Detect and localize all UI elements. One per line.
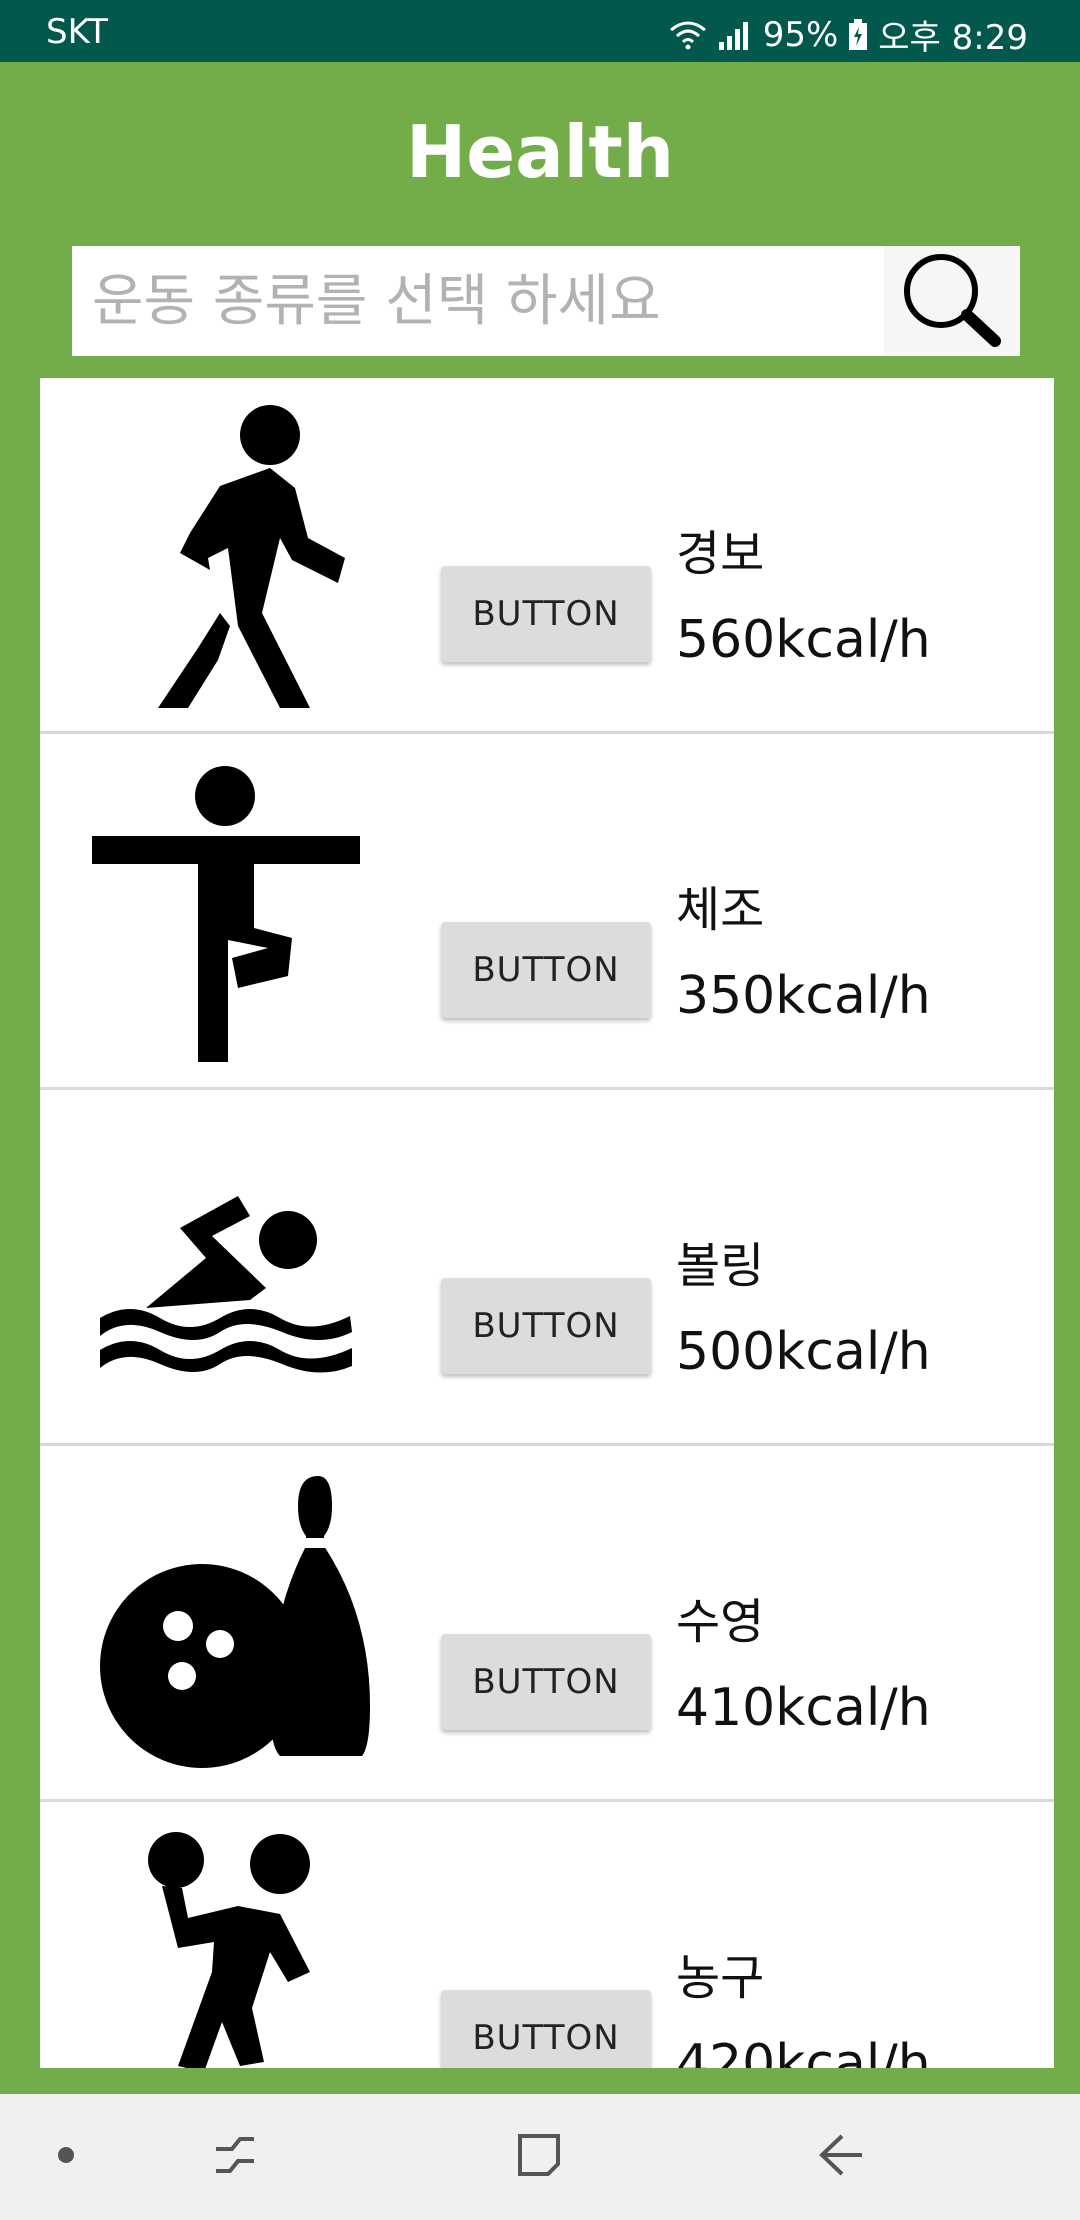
bowling-icon: [70, 1466, 390, 1776]
home-icon: [514, 2130, 564, 2184]
search-input[interactable]: [72, 246, 872, 356]
wifi-icon: [669, 20, 707, 50]
walk-icon: [70, 398, 390, 708]
back-icon: [816, 2130, 866, 2184]
swim-icon: [70, 1110, 390, 1420]
battery-icon: [848, 18, 868, 51]
exercise-kcal: 420kcal/h: [676, 2034, 931, 2068]
exercise-name: 볼링: [676, 1238, 765, 1294]
list-item: BUTTON 경보 560kcal/h: [40, 378, 1054, 734]
list-item: BUTTON 농구 420kcal/h: [40, 1802, 1054, 2068]
clock: 오후 8:29: [878, 18, 1028, 58]
app-title: Health: [405, 110, 675, 194]
exercise-kcal: 350kcal/h: [676, 966, 931, 1026]
list-item: BUTTON 수영 410kcal/h: [40, 1446, 1054, 1802]
recent-apps-button[interactable]: [190, 2094, 280, 2220]
navigation-bar: [0, 2094, 1080, 2220]
list-item: BUTTON 체조 350kcal/h: [40, 734, 1054, 1090]
exercise-kcal: 410kcal/h: [676, 1678, 931, 1738]
exercise-button[interactable]: BUTTON: [441, 1634, 651, 1730]
home-button[interactable]: [494, 2094, 584, 2220]
exercise-button[interactable]: BUTTON: [441, 1278, 651, 1374]
search-icon: [897, 249, 1007, 353]
signal-icon: [717, 20, 753, 50]
search-button[interactable]: [884, 246, 1020, 356]
gymnastics-icon: [70, 754, 390, 1064]
exercise-name: 농구: [676, 1950, 765, 2006]
exercise-button[interactable]: BUTTON: [441, 566, 651, 662]
search-bar: [72, 246, 1020, 356]
dot-icon: [56, 2145, 76, 2169]
status-bar: SKT 95% 오후 8:29: [0, 0, 1080, 62]
exercise-name: 수영: [676, 1594, 765, 1650]
recent-apps-icon: [210, 2133, 260, 2181]
exercise-kcal: 560kcal/h: [676, 610, 931, 670]
exercise-name: 경보: [676, 526, 765, 582]
list-item: BUTTON 볼링 500kcal/h: [40, 1090, 1054, 1446]
back-button[interactable]: [796, 2094, 886, 2220]
exercise-list[interactable]: BUTTON 경보 560kcal/h BUTTON 체조 350kcal/h …: [40, 378, 1054, 2068]
exercise-button[interactable]: BUTTON: [441, 1990, 651, 2068]
battery-percent: 95%: [762, 14, 839, 55]
nav-dot-button[interactable]: [36, 2094, 96, 2220]
exercise-button[interactable]: BUTTON: [441, 922, 651, 1018]
handball-icon: [70, 1822, 390, 2068]
exercise-kcal: 500kcal/h: [676, 1322, 931, 1382]
exercise-name: 체조: [676, 882, 765, 938]
carrier-label: SKT: [46, 12, 109, 52]
